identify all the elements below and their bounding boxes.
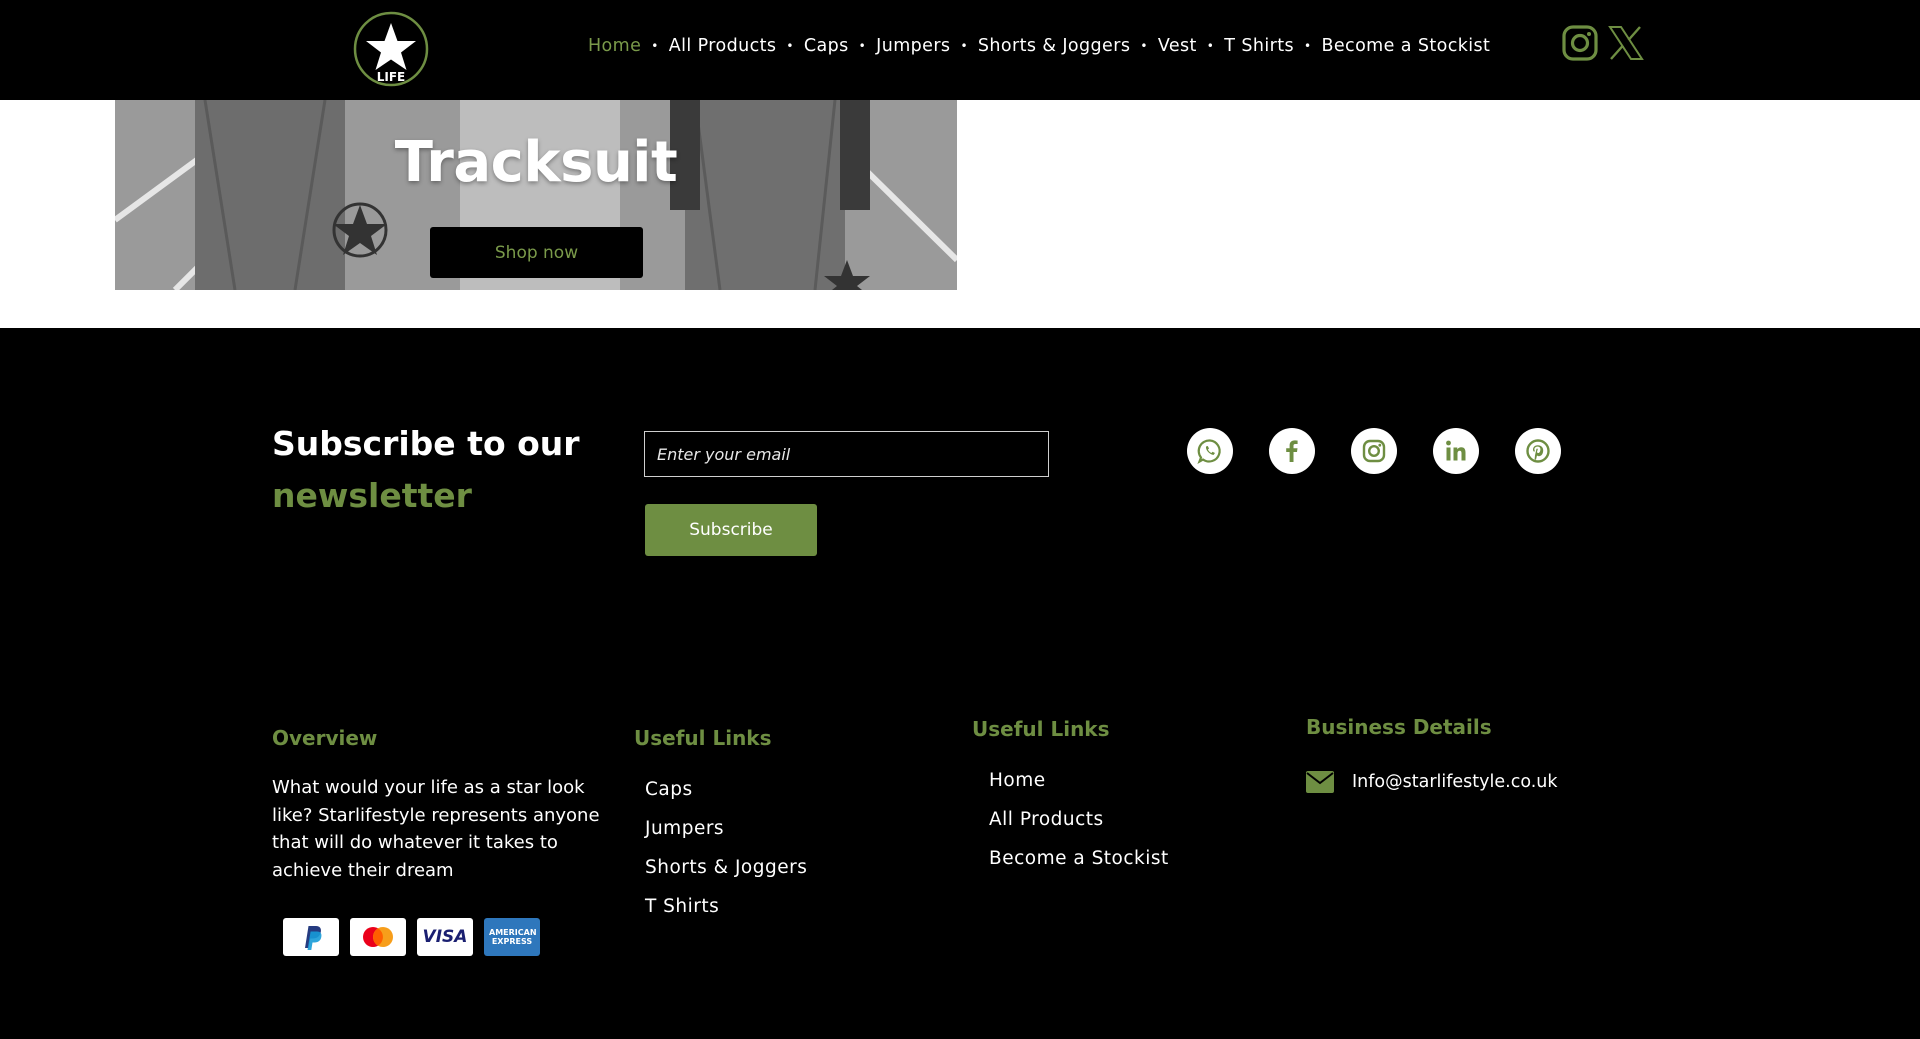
nav-separator: • — [1206, 39, 1215, 53]
instagram-link[interactable] — [1351, 428, 1397, 474]
header-instagram-link[interactable] — [1561, 24, 1599, 62]
header-x-link[interactable] — [1607, 24, 1645, 62]
nav-separator: • — [1303, 39, 1312, 53]
nav-separator: • — [960, 39, 968, 53]
nav-all-products[interactable]: All Products — [669, 36, 777, 56]
banner-title: Tracksuit — [394, 130, 678, 195]
amex-icon: AMERICAN EXPRESS — [484, 918, 540, 956]
envelope-icon — [1306, 771, 1334, 793]
site-logo[interactable]: LIFE — [353, 11, 429, 87]
shop-now-button[interactable]: Shop now — [430, 227, 643, 278]
whatsapp-link[interactable] — [1187, 428, 1233, 474]
footer-link-jumpers[interactable]: Jumpers — [645, 818, 807, 857]
business-email-text: Info@starlifestyle.co.uk — [1352, 772, 1558, 792]
footer-link-become-stockist[interactable]: Become a Stockist — [989, 848, 1169, 887]
paypal-icon — [283, 918, 339, 956]
newsletter-title-line1: Subscribe to our — [272, 424, 580, 463]
footer-link-caps[interactable]: Caps — [645, 779, 807, 818]
linkedin-icon — [1446, 440, 1466, 461]
subscribe-button[interactable]: Subscribe — [645, 504, 817, 556]
visa-icon: VISA — [417, 918, 473, 956]
nav-become-stockist[interactable]: Become a Stockist — [1321, 36, 1490, 56]
main-nav: Home • All Products • Caps • Jumpers • S… — [588, 36, 1490, 56]
footer-link-home[interactable]: Home — [989, 770, 1169, 809]
business-details-heading: Business Details — [1306, 715, 1492, 739]
x-icon — [1608, 26, 1644, 60]
overview-heading: Overview — [272, 726, 378, 750]
footer-social-links — [1187, 428, 1561, 474]
business-email[interactable]: Info@starlifestyle.co.uk — [1306, 771, 1558, 793]
nav-t-shirts[interactable]: T Shirts — [1224, 36, 1294, 56]
nav-separator: • — [1140, 39, 1148, 53]
overview-text: What would your life as a star look like… — [272, 777, 600, 881]
amex-text: AMERICAN EXPRESS — [489, 928, 537, 946]
useful-links-heading-2: Useful Links — [972, 717, 1110, 741]
useful-links-list-2: Home All Products Become a Stockist — [989, 770, 1169, 887]
newsletter-title: Subscribe to our newsletter — [272, 418, 580, 522]
footer-link-shorts-joggers[interactable]: Shorts & Joggers — [645, 857, 807, 896]
site-header: LIFE Home • All Products • Caps • Jumper… — [0, 0, 1920, 100]
linkedin-link[interactable] — [1433, 428, 1479, 474]
pinterest-icon — [1526, 439, 1550, 463]
nav-separator: • — [786, 39, 794, 53]
instagram-icon — [1562, 25, 1598, 61]
svg-text:LIFE: LIFE — [377, 70, 406, 84]
footer-link-all-products[interactable]: All Products — [989, 809, 1169, 848]
facebook-link[interactable] — [1269, 428, 1315, 474]
pinterest-link[interactable] — [1515, 428, 1561, 474]
tracksuit-banner[interactable]: Tracksuit Shop now — [115, 100, 957, 290]
nav-separator: • — [651, 39, 659, 53]
nav-jumpers[interactable]: Jumpers — [876, 36, 950, 56]
star-logo-icon: LIFE — [353, 11, 429, 87]
useful-links-list-1: Caps Jumpers Shorts & Joggers T Shirts — [645, 779, 807, 935]
mastercard-icon — [350, 918, 406, 956]
nav-home[interactable]: Home — [588, 36, 641, 56]
footer-link-t-shirts[interactable]: T Shirts — [645, 896, 807, 935]
useful-links-heading-1: Useful Links — [634, 726, 772, 750]
visa-text: VISA — [422, 927, 468, 947]
newsletter-title-line2: newsletter — [272, 476, 472, 515]
nav-separator: • — [858, 39, 867, 53]
nav-shorts-joggers[interactable]: Shorts & Joggers — [978, 36, 1130, 56]
facebook-icon — [1286, 440, 1298, 462]
nav-caps[interactable]: Caps — [804, 36, 849, 56]
newsletter-email-input[interactable] — [644, 431, 1049, 477]
payment-methods: VISA AMERICAN EXPRESS — [283, 918, 540, 956]
site-footer: Subscribe to our newsletter Subscribe — [0, 328, 1920, 1039]
instagram-icon — [1362, 439, 1386, 463]
whatsapp-icon — [1197, 439, 1221, 464]
nav-vest[interactable]: Vest — [1158, 36, 1197, 56]
